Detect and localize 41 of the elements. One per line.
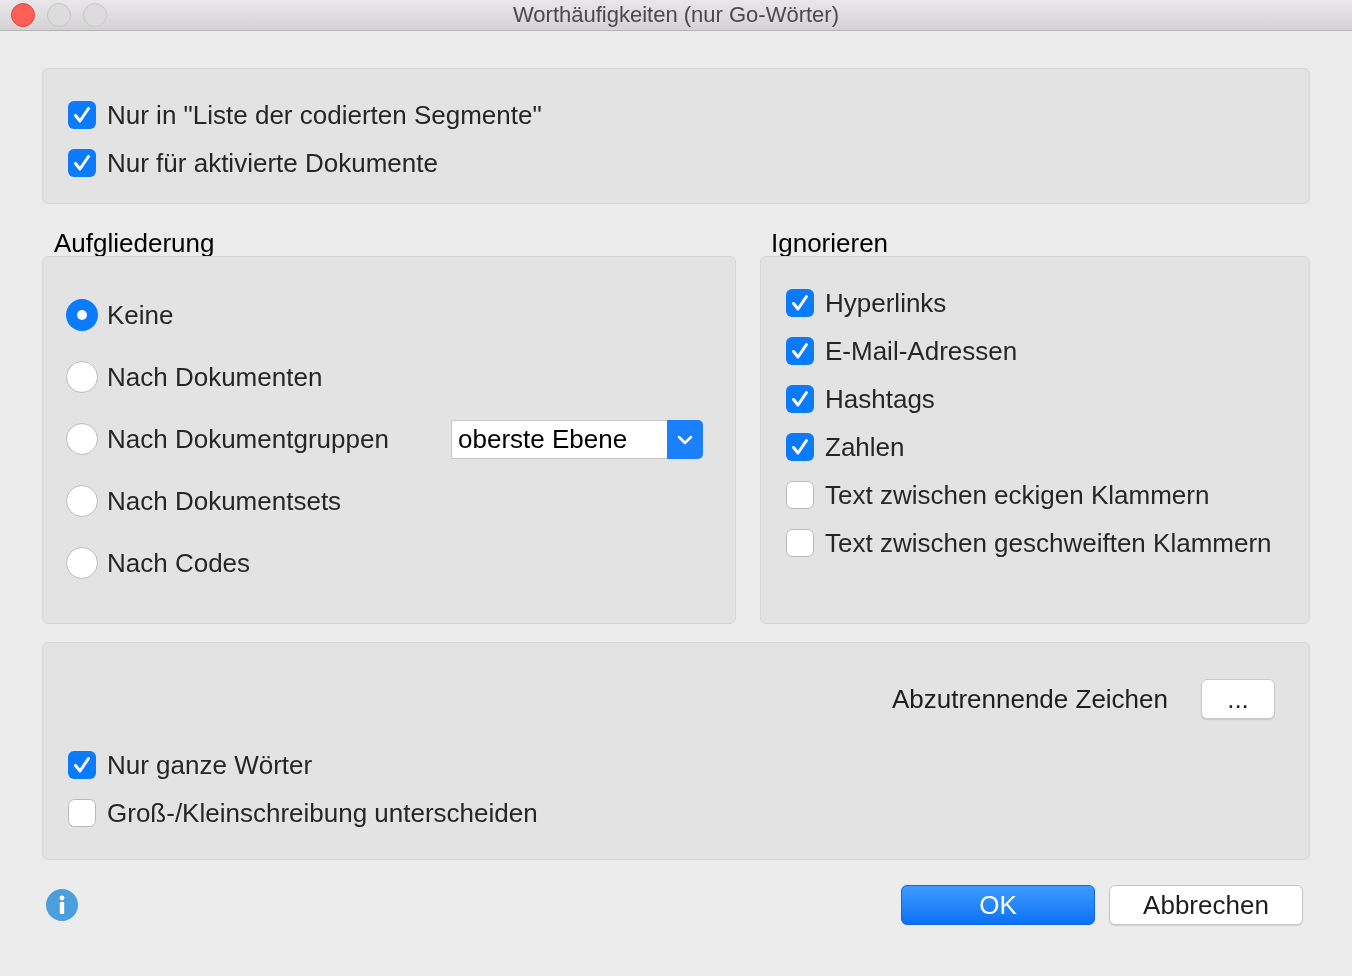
radio-button[interactable] (66, 361, 98, 393)
checkbox-label: Groß-/Kleinschreibung unterscheiden (107, 798, 538, 828)
checkbox-label: Text zwischen eckigen Klammern (825, 480, 1210, 510)
group-title: Ignorieren (771, 230, 889, 256)
radio-button[interactable] (66, 485, 98, 517)
checkbox-label: Hyperlinks (825, 288, 947, 318)
separator-label: Abzutrennende Zeichen (891, 684, 1168, 714)
checkbox-label: Zahlen (825, 432, 905, 462)
checkbox-label: Nur ganze Wörter (107, 750, 313, 780)
info-icon[interactable] (46, 889, 78, 921)
radio-label: Nach Dokumenten (107, 362, 323, 392)
checkbox-label: Text zwischen geschweiften Klammern (825, 528, 1272, 558)
checkbox[interactable] (786, 433, 814, 461)
separator-button[interactable]: ... (1201, 679, 1275, 719)
radio-label: Nach Dokumentsets (107, 486, 342, 516)
window-title: Worthäufigkeiten (nur Go-Wörter) (512, 2, 839, 28)
group-title: Aufgliederung (54, 230, 215, 256)
cancel-button[interactable]: Abbrechen (1109, 885, 1303, 925)
checkbox-label: E-Mail-Adressen (825, 336, 1018, 366)
dropdown[interactable]: oberste Ebene (451, 419, 703, 459)
ok-button[interactable]: OK (901, 885, 1095, 925)
checkbox-label: Nur in "Liste der codierten Segmente" (107, 100, 542, 130)
radio-button[interactable] (66, 423, 98, 455)
checkbox[interactable] (68, 149, 96, 177)
close-button[interactable] (11, 3, 35, 27)
checkbox[interactable] (68, 799, 96, 827)
radio-button[interactable] (66, 299, 98, 331)
checkbox[interactable] (786, 481, 814, 509)
checkbox-label: Hashtags (825, 384, 935, 414)
radio-label: Nach Dokumentgruppen (107, 424, 389, 454)
checkbox[interactable] (786, 337, 814, 365)
chevron-down-icon[interactable] (667, 419, 703, 459)
radio-label: Nach Codes (107, 548, 251, 578)
checkbox[interactable] (68, 751, 96, 779)
radio-label: Keine (107, 300, 174, 330)
checkbox-label: Nur für aktivierte Dokumente (107, 148, 438, 178)
radio-button[interactable] (66, 547, 98, 579)
checkbox[interactable] (786, 385, 814, 413)
checkbox[interactable] (68, 101, 96, 129)
checkbox[interactable] (786, 529, 814, 557)
checkbox[interactable] (786, 289, 814, 317)
